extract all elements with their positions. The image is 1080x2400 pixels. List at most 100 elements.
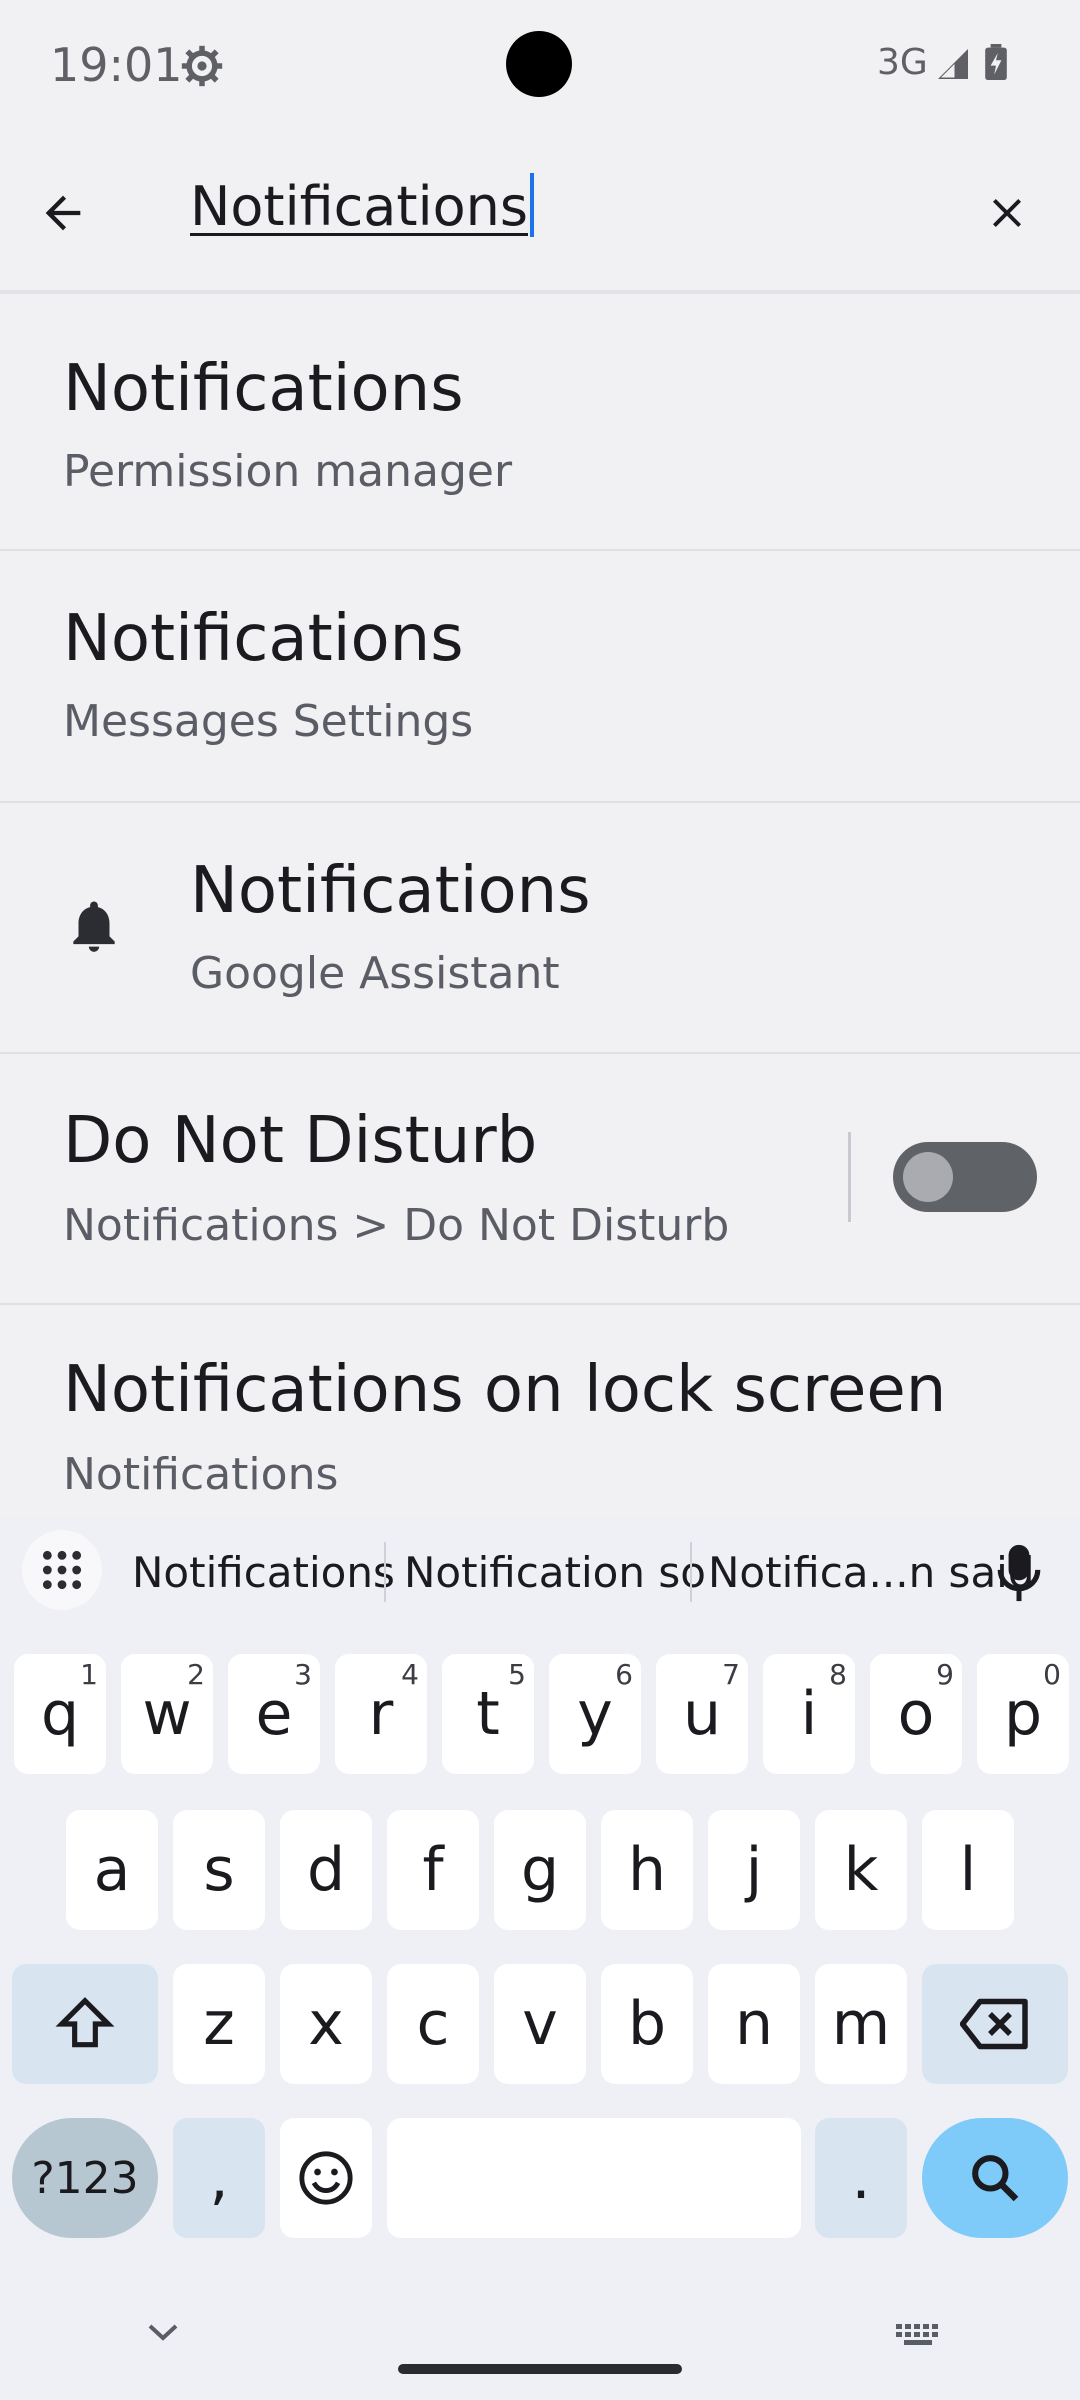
key-h-label: h	[627, 1835, 667, 1905]
back-button[interactable]	[0, 145, 126, 280]
key-number-hint: 3	[294, 1658, 312, 1691]
key-o[interactable]: o9	[870, 1654, 962, 1774]
key-m-label: m	[831, 1989, 891, 2059]
suggestion-1[interactable]: Notifications	[132, 1548, 395, 1597]
search-input[interactable]: Notifications	[190, 173, 534, 238]
search-icon	[972, 2155, 1019, 2202]
key-t[interactable]: t5	[442, 1654, 534, 1774]
gear-icon	[181, 45, 223, 87]
key-h[interactable]: h	[601, 1810, 693, 1930]
key-q[interactable]: q1	[14, 1654, 106, 1774]
close-icon	[993, 198, 1021, 227]
keyboard-apps-button[interactable]	[22, 1530, 102, 1610]
suggestion-bar: Notifications Notification so Notifica..…	[0, 1518, 1080, 1638]
key-a[interactable]: a	[66, 1810, 158, 1930]
key-e-label: e	[255, 1679, 293, 1749]
key-x[interactable]: x	[280, 1964, 372, 2084]
period-key-label: .	[851, 2143, 871, 2213]
key-i-label: i	[800, 1679, 818, 1749]
key-j[interactable]: j	[708, 1810, 800, 1930]
search-result[interactable]: Notifications Permission manager	[0, 300, 1080, 550]
key-s[interactable]: s	[173, 1810, 265, 1930]
text-cursor	[529, 173, 534, 237]
key-g[interactable]: g	[494, 1810, 586, 1930]
toggle-separator	[848, 1132, 851, 1222]
spacebar-key[interactable]	[387, 2118, 801, 2238]
key-c[interactable]: c	[387, 1964, 479, 2084]
suggestion-separator	[384, 1542, 386, 1602]
key-n[interactable]: n	[708, 1964, 800, 2084]
key-b[interactable]: b	[601, 1964, 693, 2084]
key-number-hint: 2	[187, 1658, 205, 1691]
search-result[interactable]: Notifications Messages Settings	[0, 551, 1080, 801]
result-title: Notifications on lock screen	[63, 1353, 947, 1427]
suggestion-2[interactable]: Notification so	[404, 1548, 706, 1597]
key-c-label: c	[416, 1989, 450, 2059]
result-title: Do Not Disturb	[63, 1104, 538, 1178]
backspace-icon	[960, 1998, 1028, 2050]
key-v[interactable]: v	[494, 1964, 586, 2084]
key-number-hint: 9	[936, 1658, 954, 1691]
status-bar: 19:01 3G	[0, 0, 1080, 128]
key-i[interactable]: i8	[763, 1654, 855, 1774]
result-subtitle: Notifications > Do Not Disturb	[63, 1200, 730, 1251]
key-e[interactable]: e3	[228, 1654, 320, 1774]
suggestion-3[interactable]: Notifica...n said	[708, 1548, 1035, 1597]
toggle-knob	[903, 1152, 953, 1202]
key-w[interactable]: w2	[121, 1654, 213, 1774]
key-p[interactable]: p0	[977, 1654, 1069, 1774]
key-d[interactable]: d	[280, 1810, 372, 1930]
keyboard-icon[interactable]	[896, 2324, 940, 2346]
home-indicator[interactable]	[398, 2364, 682, 2374]
key-f[interactable]: f	[387, 1810, 479, 1930]
key-d-label: d	[306, 1835, 346, 1905]
key-j-label: j	[745, 1835, 763, 1905]
numbers-key-label: ?123	[31, 2152, 139, 2204]
key-p-label: p	[1003, 1679, 1043, 1749]
shift-key[interactable]	[12, 1964, 158, 2084]
key-number-hint: 1	[80, 1658, 98, 1691]
key-u[interactable]: u7	[656, 1654, 748, 1774]
key-m[interactable]: m	[815, 1964, 907, 2084]
search-result[interactable]: Notifications Google Assistant	[0, 803, 1080, 1053]
result-subtitle: Permission manager	[63, 446, 513, 497]
bell-icon	[73, 901, 115, 952]
search-divider	[0, 290, 1080, 294]
microphone-icon[interactable]	[994, 1542, 1044, 1606]
comma-key-label: ,	[209, 2143, 229, 2213]
search-query: Notifications	[190, 175, 528, 238]
chevron-down-icon[interactable]	[146, 2322, 180, 2342]
key-number-hint: 6	[615, 1658, 633, 1691]
key-b-label: b	[627, 1989, 667, 2059]
comma-key[interactable]: ,	[173, 2118, 265, 2238]
battery-icon	[985, 44, 1007, 80]
key-k[interactable]: k	[815, 1810, 907, 1930]
clear-search-button[interactable]	[934, 145, 1080, 280]
emoji-key[interactable]	[280, 2118, 372, 2238]
network-type: 3G	[877, 42, 928, 83]
shift-icon	[55, 1997, 115, 2048]
front-camera	[506, 31, 572, 97]
key-g-label: g	[520, 1835, 560, 1905]
key-r[interactable]: r4	[335, 1654, 427, 1774]
key-l[interactable]: l	[922, 1810, 1014, 1930]
key-s-label: s	[203, 1835, 235, 1905]
result-subtitle: Google Assistant	[190, 948, 560, 999]
key-z-label: z	[203, 1989, 235, 2059]
search-key[interactable]	[922, 2118, 1068, 2238]
search-result[interactable]: Notifications on lock screen Notificatio…	[0, 1305, 1080, 1515]
key-z[interactable]: z	[173, 1964, 265, 2084]
signal-icon	[938, 49, 968, 79]
period-key[interactable]: .	[815, 2118, 907, 2238]
numbers-key[interactable]: ?123	[12, 2118, 158, 2238]
key-y[interactable]: y6	[549, 1654, 641, 1774]
arrow-back-icon	[45, 195, 81, 230]
emoji-icon	[299, 2151, 353, 2205]
key-n-label: n	[734, 1989, 774, 2059]
backspace-key[interactable]	[922, 1964, 1068, 2084]
key-v-label: v	[522, 1989, 558, 2059]
key-k-label: k	[843, 1835, 879, 1905]
key-w-label: w	[142, 1679, 192, 1749]
key-a-label: a	[93, 1835, 131, 1905]
key-l-label: l	[959, 1835, 977, 1905]
